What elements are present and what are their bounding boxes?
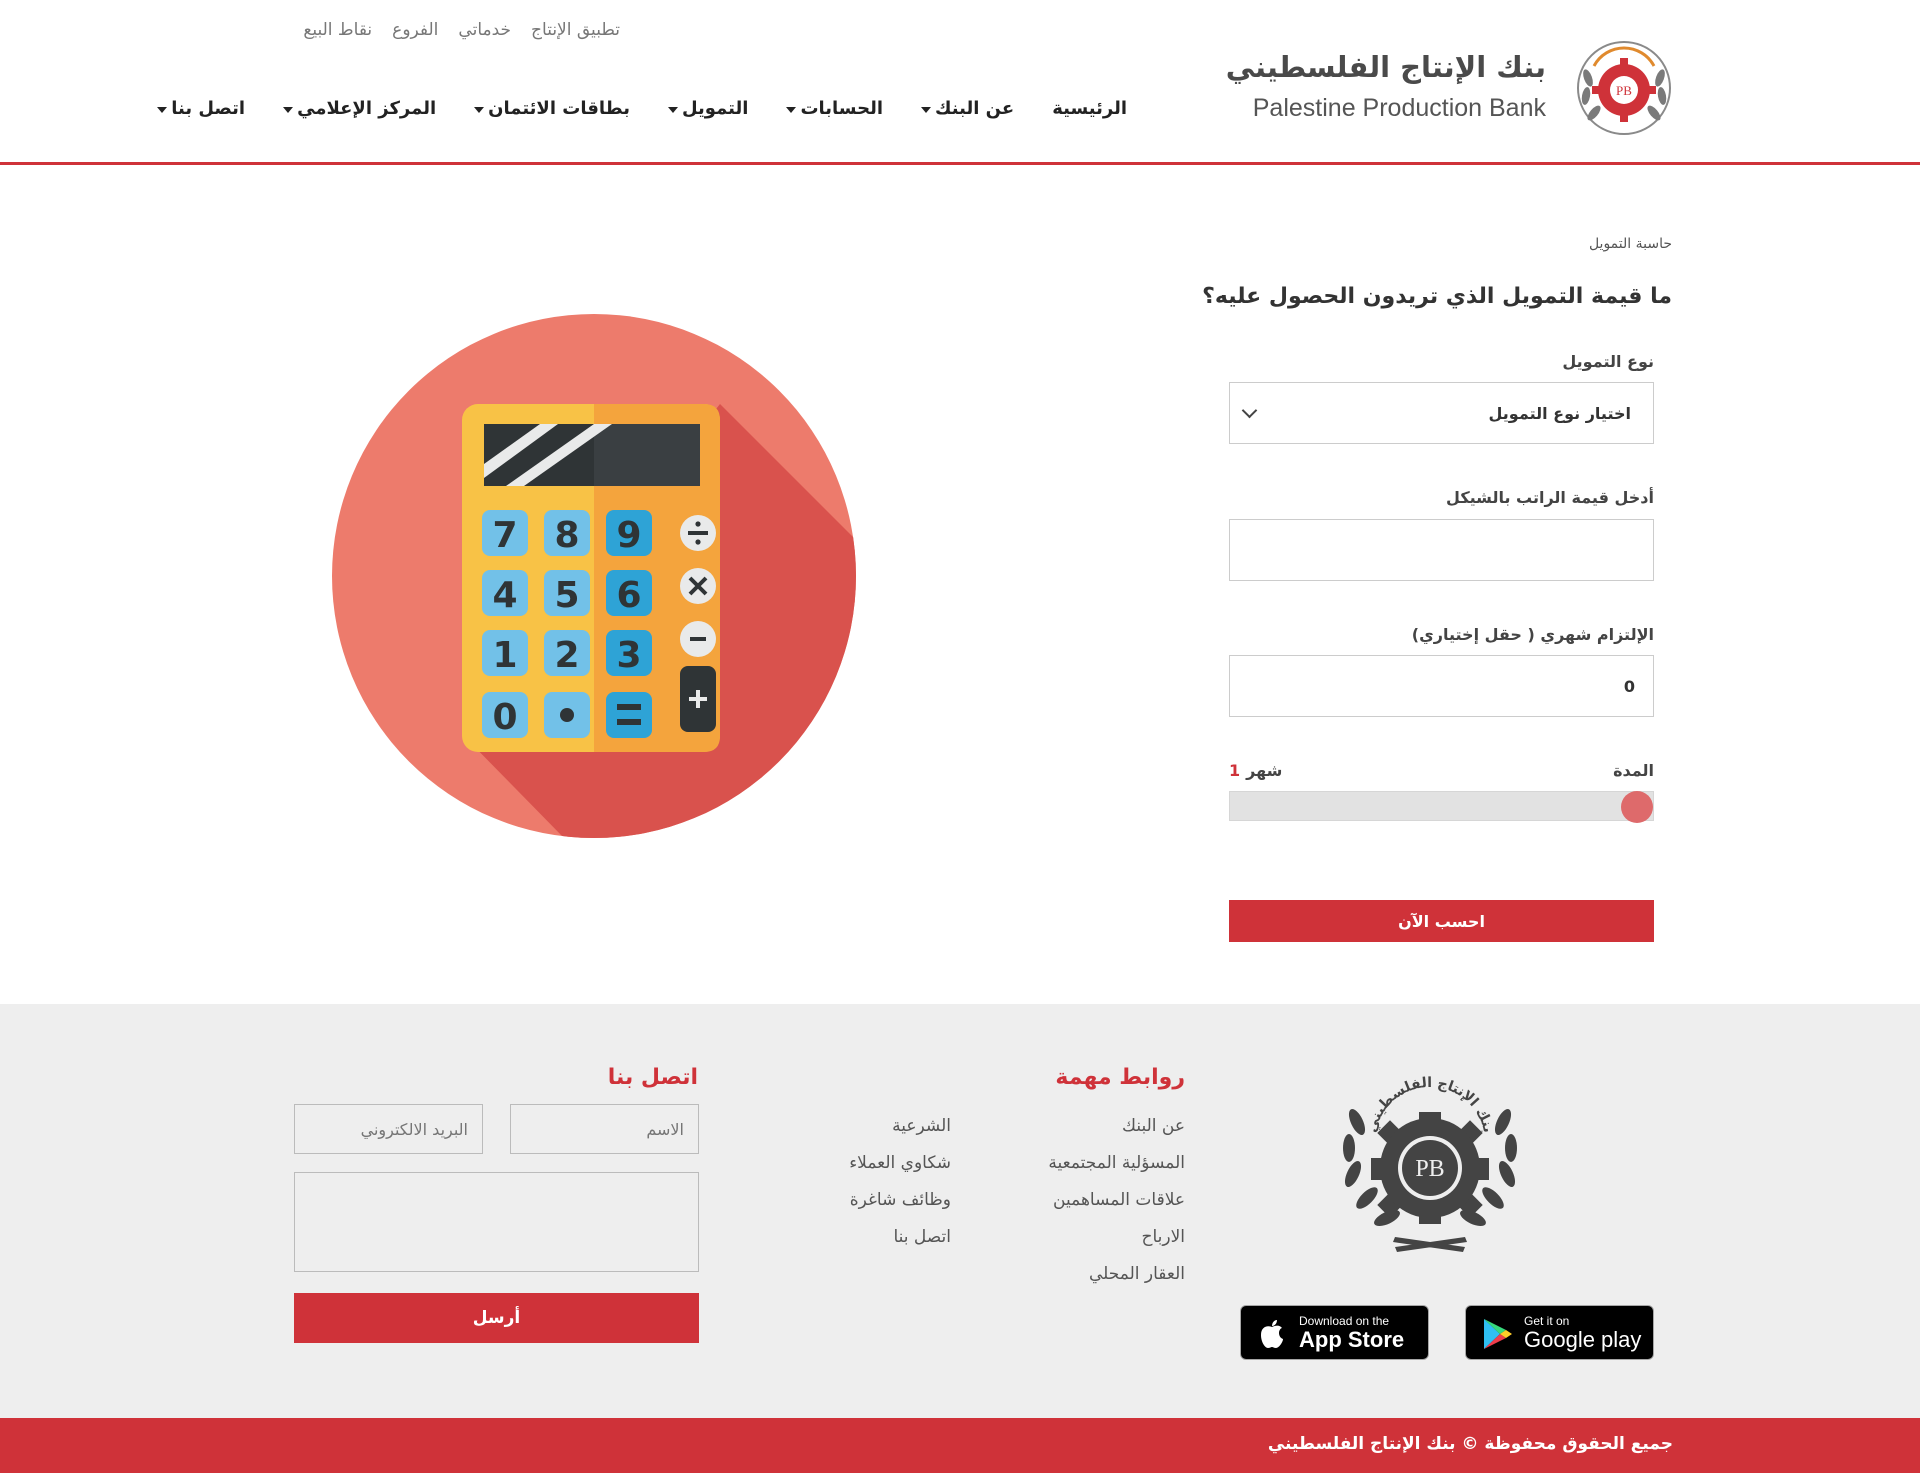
svg-text:1: 1 (492, 635, 517, 676)
svg-text:0: 0 (492, 697, 517, 738)
important-links-col-1: عن البنك المسؤلية المجتمعية علاقات المسا… (1048, 1114, 1185, 1286)
caret-down-icon (157, 106, 168, 113)
footer-link-complaints[interactable]: شكاوي العملاء (849, 1151, 951, 1175)
footer-link-investors[interactable]: علاقات المساهمين (1053, 1188, 1185, 1212)
footer-link-careers[interactable]: وظائف شاغرة (850, 1188, 951, 1212)
contact-message-input[interactable] (294, 1172, 699, 1272)
svg-text:4: 4 (492, 575, 517, 616)
top-link-branches[interactable]: الفروع (392, 20, 438, 40)
caret-down-icon (786, 106, 797, 113)
important-links-col-2: الشرعية شكاوي العملاء وظائف شاغرة اتصل ب… (849, 1114, 951, 1249)
app-store-badge[interactable]: Download on the App Store (1240, 1305, 1429, 1360)
svg-text:PB: PB (1415, 1156, 1444, 1182)
svg-text:9: 9 (616, 515, 641, 556)
nav-credit-cards[interactable]: بطاقات الائتمان (474, 98, 630, 119)
top-link-app[interactable]: تطبيق الإنتاج (531, 20, 620, 40)
caret-down-icon (474, 106, 485, 113)
bank-seal-icon: PB (1577, 41, 1671, 135)
nav-home-label: الرئيسية (1052, 98, 1127, 119)
site-header: PB بنك الإنتاج الفلسطيني Palestine Produ… (0, 0, 1920, 165)
financing-type-selected: اختيار نوع التمويل (1488, 403, 1631, 423)
svg-text:3: 3 (616, 635, 641, 676)
svg-text:8: 8 (554, 515, 579, 556)
top-utility-links: تطبيق الإنتاج خدماتي الفروع نقاط البيع (300, 20, 620, 40)
salary-input[interactable] (1229, 519, 1654, 581)
bank-name-english: Palestine Production Bank (1252, 94, 1546, 122)
svg-text:6: 6 (616, 575, 641, 616)
footer-link-contact[interactable]: اتصل بنا (893, 1225, 951, 1249)
duration-readout: شهر 1 (1229, 761, 1282, 780)
duration-label: المدة (1613, 761, 1654, 780)
calculator-illustration-icon: 7 8 9 4 5 6 1 2 3 0 (332, 314, 856, 838)
svg-text:PB: PB (1616, 83, 1632, 98)
svg-text:7: 7 (492, 515, 517, 556)
duration-value: 1 (1229, 761, 1241, 780)
duration-slider[interactable] (1229, 791, 1654, 823)
slider-thumb[interactable] (1621, 791, 1653, 823)
contact-heading: اتصل بنا (607, 1065, 698, 1090)
financing-type-select[interactable]: اختيار نوع التمويل (1229, 382, 1654, 444)
nav-media-center[interactable]: المركز الإعلامي (283, 98, 436, 119)
google-play-icon (1484, 1319, 1512, 1349)
bank-logo[interactable]: PB بنك الإنتاج الفلسطيني Palestine Produ… (1226, 38, 1674, 138)
top-link-services[interactable]: خدماتي (458, 20, 511, 40)
apple-badge-big: App Store (1299, 1327, 1405, 1352)
nav-about-label: عن البنك (935, 98, 1015, 119)
google-badge-big: Google play (1524, 1327, 1642, 1352)
footer-link-csr[interactable]: المسؤلية المجتمعية (1048, 1151, 1185, 1175)
footer-link-dividends[interactable]: الارباح (1141, 1225, 1185, 1249)
bank-name-arabic: بنك الإنتاج الفلسطيني (1225, 50, 1546, 84)
salary-label: أدخل قيمة الراتب بالشيكل (1446, 488, 1654, 507)
google-play-badge[interactable]: Get it on Google play (1465, 1305, 1654, 1360)
monthly-commitment-input[interactable] (1229, 655, 1654, 717)
google-badge-small: Get it on (1524, 1314, 1570, 1328)
contact-email-input[interactable] (294, 1104, 483, 1154)
nav-financing-label: التمويل (681, 98, 749, 119)
nav-accounts-label: الحسابات (800, 98, 884, 119)
important-links-heading: روابط مهمة (1055, 1065, 1185, 1090)
caret-down-icon (667, 106, 678, 113)
contact-name-input[interactable] (510, 1104, 699, 1154)
copyright-bar: جميع الحقوق محفوظة © بنك الإنتاج الفلسطي… (0, 1418, 1920, 1473)
breadcrumb: حاسبة التمويل (1588, 236, 1672, 252)
svg-text:2: 2 (554, 635, 579, 676)
nav-financing[interactable]: التمويل (667, 98, 749, 119)
monthly-commitment-label: الإلتزام شهري ( حقل إختياري) (1411, 625, 1654, 644)
nav-home[interactable]: الرئيسية (1052, 98, 1127, 119)
svg-text:5: 5 (554, 575, 579, 616)
nav-credit-cards-label: بطاقات الائتمان (488, 98, 630, 119)
calculate-button[interactable]: احسب الآن (1229, 900, 1654, 942)
financing-type-label: نوع التمويل (1562, 352, 1654, 371)
duration-unit: شهر (1246, 761, 1283, 780)
apple-icon (1261, 1320, 1283, 1348)
send-button[interactable]: أرسل (294, 1293, 699, 1343)
top-link-pos[interactable]: نقاط البيع (303, 20, 372, 40)
footer-link-real-estate[interactable]: العقار المحلي (1089, 1262, 1185, 1286)
bank-seal-icon: PB بنك الإنتاج الفلسطيني (1343, 1075, 1517, 1252)
chevron-down-icon (1241, 402, 1258, 419)
nav-about[interactable]: عن البنك (921, 98, 1014, 119)
nav-accounts[interactable]: الحسابات (786, 98, 883, 119)
footer-link-sharia[interactable]: الشرعية (892, 1114, 951, 1138)
nav-contact[interactable]: اتصل بنا (157, 98, 245, 119)
nav-contact-label: اتصل بنا (171, 98, 246, 119)
caret-down-icon (921, 106, 932, 113)
main-navigation: الرئيسية عن البنك الحسابات التمويل بطاقا… (157, 98, 1127, 119)
page-title: ما قيمة التمويل الذي تريدون الحصول عليه؟ (1202, 284, 1672, 309)
caret-down-icon (283, 106, 294, 113)
copyright-text: جميع الحقوق محفوظة © بنك الإنتاج الفلسطي… (1267, 1434, 1673, 1454)
nav-media-center-label: المركز الإعلامي (297, 98, 437, 119)
footer-link-about[interactable]: عن البنك (1122, 1114, 1185, 1138)
apple-badge-small: Download on the (1299, 1314, 1390, 1328)
